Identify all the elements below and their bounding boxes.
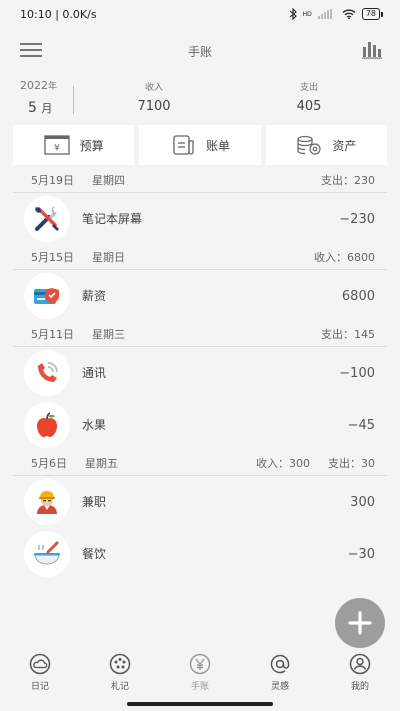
- transaction-amount: −30: [347, 546, 375, 562]
- user-icon: [349, 653, 371, 675]
- status-time: 10:10: [20, 7, 52, 21]
- worker-icon: [24, 479, 70, 525]
- transaction-amount: −100: [339, 365, 375, 381]
- budget-button[interactable]: ¥ 预算: [13, 125, 135, 165]
- home-indicator: [127, 702, 273, 706]
- income-summary: 收入 7100: [94, 80, 214, 114]
- battery-icon: 78: [361, 8, 384, 20]
- day-header: 5月15日 星期日 收入：6800: [13, 245, 387, 270]
- tab-mine[interactable]: 我的: [320, 645, 400, 695]
- palette-icon: [109, 653, 131, 675]
- app-header: 手账: [0, 34, 400, 68]
- bill-icon: [173, 135, 194, 155]
- expense-total: 405: [296, 99, 322, 114]
- transaction-row[interactable]: 薪资 6800: [13, 270, 387, 322]
- menu-icon[interactable]: [20, 43, 42, 57]
- page-title: 手账: [187, 44, 212, 59]
- budget-icon: ¥: [44, 135, 70, 155]
- month-summary: 2022年 5 月 收入 7100 支出 405: [0, 76, 400, 122]
- transaction-row[interactable]: 通讯 −100: [13, 347, 387, 399]
- summary-divider: [73, 86, 74, 114]
- bowl-icon: [24, 531, 70, 577]
- phone-icon: [24, 350, 70, 396]
- signal-icon: [317, 9, 332, 19]
- transaction-row[interactable]: 兼职 300: [13, 476, 387, 528]
- transaction-amount: −45: [347, 417, 375, 433]
- status-network-speed: 0.0K/s: [62, 7, 97, 21]
- month-picker[interactable]: 5 月: [28, 100, 52, 116]
- day-header: 5月19日 星期四 支出：230: [13, 168, 387, 193]
- year-label[interactable]: 2022年: [20, 79, 57, 92]
- hd-label: HD: [302, 10, 312, 18]
- cloud-icon: [29, 653, 51, 675]
- tab-notes[interactable]: 札记: [80, 645, 160, 695]
- transaction-row[interactable]: 水果 −45: [13, 399, 387, 451]
- add-record-button[interactable]: [335, 598, 385, 648]
- status-right: HD 78: [289, 8, 384, 20]
- day-header: 5月6日 星期五 收入：300 支出：30: [13, 451, 387, 476]
- plus-icon: [348, 611, 372, 635]
- bill-button[interactable]: 账单: [139, 125, 261, 165]
- status-bar: 10:10 | 0.0K/s HD 78: [0, 0, 400, 28]
- transaction-amount: 300: [350, 494, 375, 510]
- apple-icon: [24, 402, 70, 448]
- tab-inspiration[interactable]: 灵感: [240, 645, 320, 695]
- yen-icon: [189, 653, 211, 675]
- wifi-icon: [342, 9, 356, 19]
- tab-diary[interactable]: 日记: [0, 645, 80, 695]
- coins-icon: [297, 135, 321, 155]
- transaction-amount: 6800: [341, 288, 375, 304]
- status-left: 10:10 | 0.0K/s: [20, 7, 97, 21]
- assets-button[interactable]: 资产: [265, 125, 387, 165]
- income-total: 7100: [137, 99, 171, 114]
- at-sign-icon: [270, 654, 290, 674]
- transaction-amount: −230: [339, 211, 375, 227]
- tab-ledger[interactable]: 手账: [160, 645, 240, 695]
- expense-summary: 支出 405: [249, 80, 369, 114]
- svg-text:¥: ¥: [54, 144, 60, 154]
- bluetooth-icon: [289, 8, 297, 20]
- bottom-nav: 日记 札记 手账 灵感 我的: [0, 645, 400, 695]
- quick-actions: ¥ 预算 账单 资产: [13, 125, 387, 165]
- day-header: 5月11日 星期三 支出：145: [13, 322, 387, 347]
- card-icon: [24, 273, 70, 319]
- bar-chart-icon[interactable]: [361, 39, 383, 59]
- transaction-list: 5月19日 星期四 支出：230 笔记本屏幕 −230 5月15日 星期日 收入：6…: [13, 168, 387, 580]
- transaction-row[interactable]: 笔记本屏幕 −230: [13, 193, 387, 245]
- transaction-row[interactable]: 餐饮 −30: [13, 528, 387, 580]
- tools-icon: [24, 196, 70, 242]
